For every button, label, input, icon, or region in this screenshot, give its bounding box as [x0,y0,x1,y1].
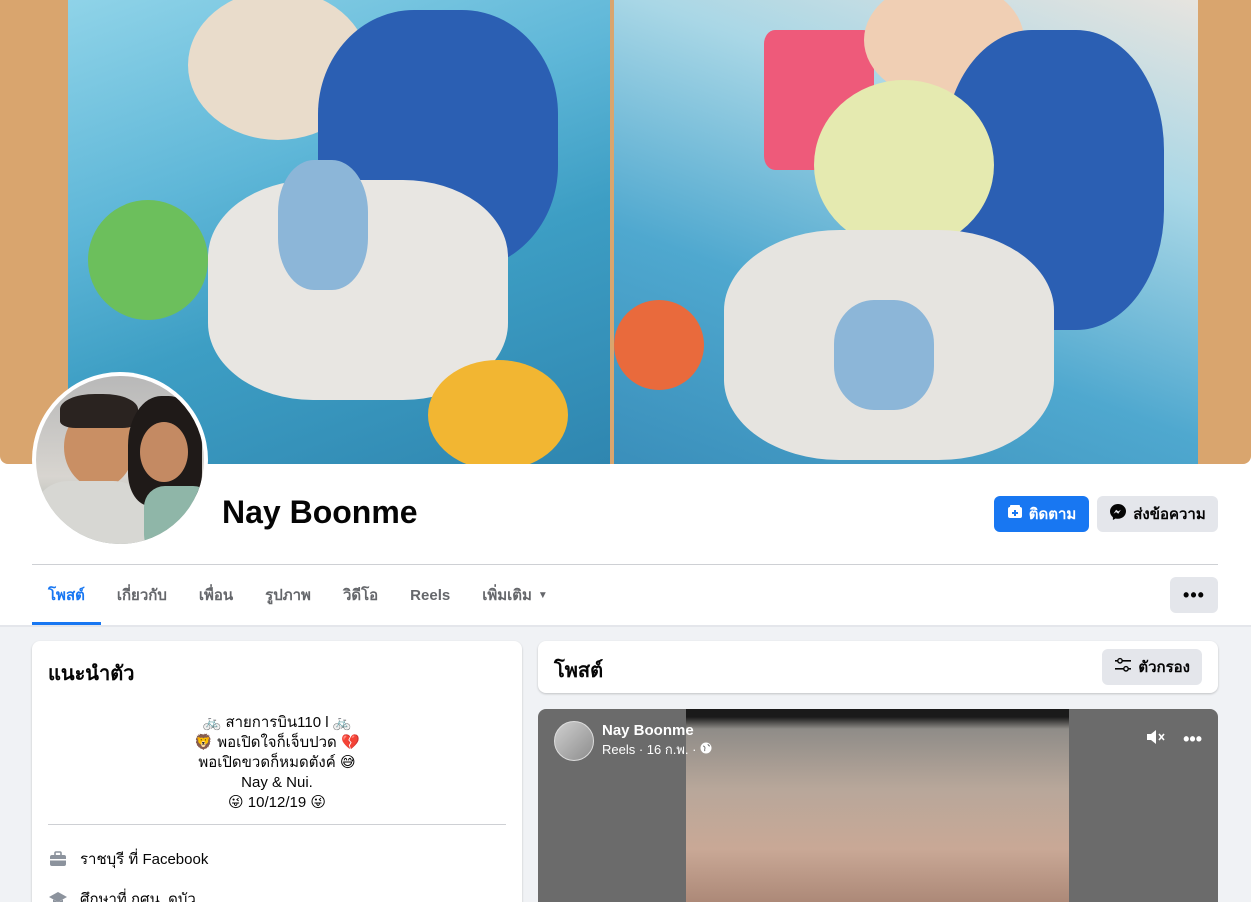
reel-video[interactable] [686,709,1069,902]
tab-posts[interactable]: โพสต์ [32,565,101,625]
work-text: ราชบุรี ที่ Facebook [80,851,209,868]
tab-about[interactable]: เกี่ยวกับ [101,565,183,625]
tab-label: เกี่ยวกับ [116,587,167,604]
follow-button[interactable]: ติดตาม [994,496,1089,532]
avatar [36,376,204,544]
tab-label: Reels [410,586,451,604]
work-row: ราชบุรี ที่ Facebook [48,847,208,871]
reel-author-info: Nay Boonme Reels · 16 ก.พ. · [602,722,712,760]
bio-line: Nay & Nui. [241,774,313,791]
globe-icon [700,742,712,757]
bio-line: 😜 10/12/19 😜 [228,794,326,811]
intro-card: แนะนำตัว 🚲 สายการบิน110 l 🚲 🦁 พอเปิดใจก็… [32,641,522,902]
posts-header-card: โพสต์ ตัวกรอง [538,641,1218,693]
follow-label: ติดตาม [1028,506,1077,523]
bio-line: 🚲 สายการบิน110 l 🚲 [202,714,352,731]
tab-label: เพิ่มเติม [482,587,532,604]
message-label: ส่งข้อความ [1133,506,1206,523]
tab-label: โพสต์ [48,587,85,604]
intro-title: แนะนำตัว [48,663,135,685]
briefcase-icon [48,849,68,869]
bio-line: พอเปิดขวดก็หมดตังค์ 😅 [198,754,356,771]
cover-photo-right [614,0,1198,464]
reel-author-name[interactable]: Nay Boonme [602,722,712,739]
posts-title: โพสต์ [554,660,604,682]
tab-label: เพื่อน [198,587,234,604]
education-row: ศึกษาที่ กศน. ดบัว [48,887,196,902]
messenger-icon [1109,503,1127,525]
filter-button[interactable]: ตัวกรอง [1102,649,1202,685]
profile-picture[interactable] [32,372,208,548]
caret-down-icon: ▼ [537,589,548,601]
graduation-cap-icon [48,889,68,902]
reel-controls: ••• [1145,727,1202,752]
reel-author: Nay Boonme Reels · 16 ก.พ. · [554,721,712,761]
education-text: ศึกษาที่ กศน. ดบัว [80,891,196,902]
tab-label: รูปภาพ [265,587,311,604]
tab-label: วิดีโอ [342,587,379,604]
profile-header: Nay Boonme ติดตาม ส่งข้อความ โพสต์ เกี่ย… [0,0,1251,627]
tab-videos[interactable]: วิดีโอ [327,565,394,625]
tab-photos[interactable]: รูปภาพ [249,565,327,625]
cover-photo[interactable] [0,0,1251,464]
post-options-icon[interactable]: ••• [1183,729,1202,750]
profile-name: Nay Boonme [222,494,418,530]
more-options-button[interactable]: ••• [1170,577,1218,613]
avatar[interactable] [554,721,594,761]
bio: 🚲 สายการบิน110 l 🚲 🦁 พอเปิดใจก็เจ็บปวด 💔… [48,713,506,813]
follow-icon [1007,504,1023,524]
tab-friends[interactable]: เพื่อน [183,565,249,625]
header-shadow [0,625,1251,627]
message-button[interactable]: ส่งข้อความ [1097,496,1218,532]
intro-divider [48,824,506,825]
reel-post[interactable]: Nay Boonme Reels · 16 ก.พ. · ••• [538,709,1218,902]
tab-more[interactable]: เพิ่มเติม ▼ [466,565,564,625]
tab-reels[interactable]: Reels [394,565,466,625]
profile-tabs: โพสต์ เกี่ยวกับ เพื่อน รูปภาพ วิดีโอ Ree… [32,565,564,625]
reel-meta: Reels · 16 ก.พ. · [602,739,712,760]
bio-line: 🦁 พอเปิดใจก็เจ็บปวด 💔 [194,734,360,751]
reel-meta-text[interactable]: Reels · 16 ก.พ. · [602,739,696,760]
mute-icon[interactable] [1145,727,1167,752]
filter-icon [1114,656,1132,678]
filter-label: ตัวกรอง [1138,659,1190,676]
